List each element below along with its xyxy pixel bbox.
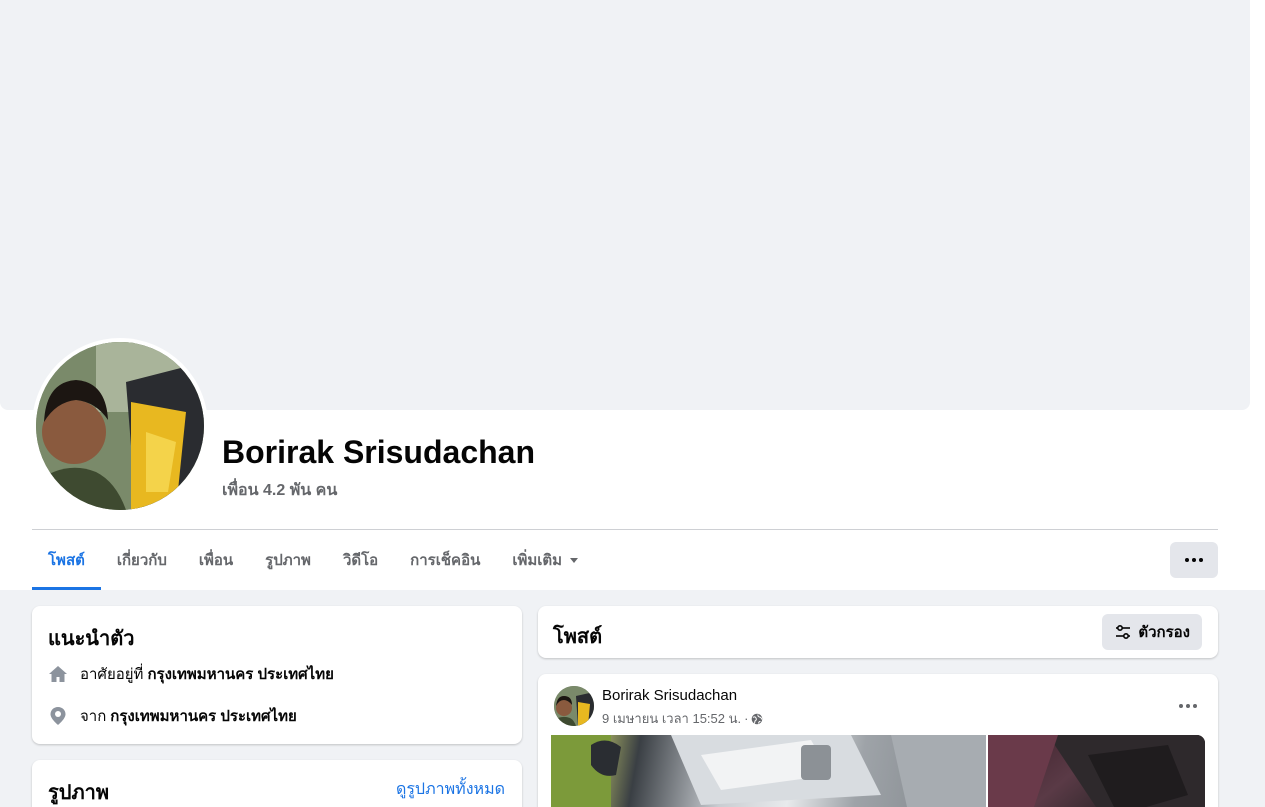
tab-videos[interactable]: วิดีโอ [327, 530, 394, 590]
post-options-button[interactable] [1170, 688, 1206, 724]
post-author-avatar[interactable] [554, 686, 594, 726]
cover-photo[interactable] [0, 0, 1250, 410]
photos-card: รูปภาพ ดูรูปภาพทั้งหมด [32, 760, 522, 807]
intro-title: แนะนำตัว [48, 628, 135, 650]
intro-from: จาก กรุงเทพมหานคร ประเทศไทย [48, 704, 297, 728]
avatar-image [36, 342, 204, 510]
post-card: Borirak Srisudachan 9 เมษายน เวลา 15:52 … [538, 674, 1218, 807]
filter-button[interactable]: ตัวกรอง [1102, 614, 1202, 650]
tab-about[interactable]: เกี่ยวกับ [101, 530, 183, 590]
post-photo-1-image [551, 735, 986, 807]
profile-header: Borirak Srisudachan เพื่อน 4.2 พัน คน โพ… [0, 0, 1265, 590]
caret-down-icon [570, 557, 579, 563]
location-pin-icon [48, 706, 68, 726]
see-all-photos-link[interactable]: ดูรูปภาพทั้งหมด [396, 777, 505, 802]
tab-checkins[interactable]: การเช็คอิน [394, 530, 496, 590]
profile-name: Borirak Srisudachan [222, 434, 535, 470]
post-photo-2-image [988, 735, 1205, 807]
more-dots-icon [1186, 704, 1190, 708]
more-dots-icon [1193, 704, 1197, 708]
from-place-link[interactable]: กรุงเทพมหานคร ประเทศไทย [110, 704, 296, 728]
post-timestamp[interactable]: 9 เมษายน เวลา 15:52 น. [602, 708, 741, 729]
profile-tabs: โพสต์ เกี่ยวกับ เพื่อน รูปภาพ วิดีโอ การ… [32, 530, 594, 590]
posts-title: โพสต์ [553, 626, 603, 648]
profile-more-button[interactable] [1170, 542, 1218, 578]
lives-prefix: อาศัยอยู่ที่ [80, 666, 144, 683]
avatar [36, 342, 204, 510]
home-icon [48, 664, 68, 684]
intro-card: แนะนำตัว อาศัยอยู่ที่ กรุงเทพมหานคร ประเ… [32, 606, 522, 744]
tab-posts[interactable]: โพสต์ [32, 530, 101, 590]
friends-count[interactable]: เพื่อน 4.2 พัน คน [222, 478, 337, 503]
globe-icon [751, 713, 763, 725]
post-author-name[interactable]: Borirak Srisudachan [602, 687, 737, 704]
tab-photos[interactable]: รูปภาพ [249, 530, 327, 590]
tab-more[interactable]: เพิ่มเติม [496, 530, 594, 590]
lives-place-link[interactable]: กรุงเทพมหานคร ประเทศไทย [147, 662, 333, 686]
posts-header-card: โพสต์ ตัวกรอง [538, 606, 1218, 658]
post-photo-1[interactable] [551, 735, 986, 807]
more-dots-icon [1185, 558, 1189, 562]
tab-more-label: เพิ่มเติม [512, 552, 563, 569]
more-dots-icon [1192, 558, 1196, 562]
tab-friends[interactable]: เพื่อน [183, 530, 249, 590]
filter-sliders-icon [1114, 623, 1132, 641]
profile-picture[interactable] [32, 338, 208, 514]
more-dots-icon [1199, 558, 1203, 562]
meta-separator: · [744, 711, 749, 726]
post-meta: 9 เมษายน เวลา 15:52 น. · [602, 708, 763, 729]
filter-label: ตัวกรอง [1138, 624, 1190, 641]
from-prefix: จาก [80, 708, 107, 725]
more-dots-icon [1179, 704, 1183, 708]
post-avatar-image [554, 686, 594, 726]
photos-title[interactable]: รูปภาพ [48, 776, 109, 807]
intro-lives-in: อาศัยอยู่ที่ กรุงเทพมหานคร ประเทศไทย [48, 662, 334, 686]
post-photo-2[interactable] [988, 735, 1205, 807]
